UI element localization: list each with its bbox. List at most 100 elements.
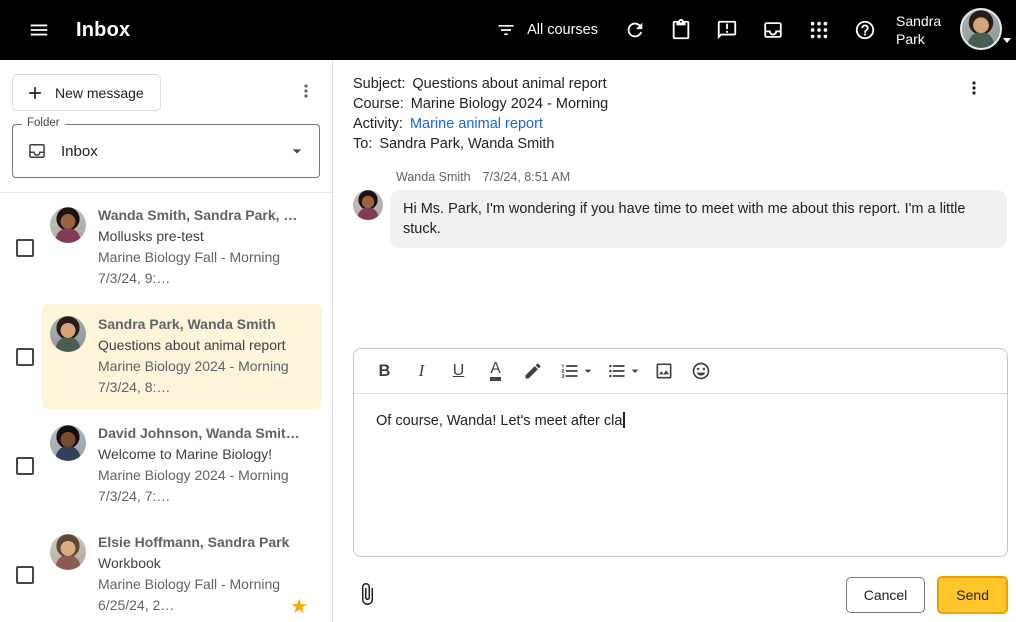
message-list-item[interactable]: Sandra Park, Wanda Smith Questions about… <box>0 302 332 411</box>
clipboard-button[interactable] <box>658 7 704 53</box>
all-courses-label: All courses <box>527 22 598 38</box>
message-menu-button[interactable] <box>960 74 988 105</box>
folder-select-label: Folder <box>22 117 65 129</box>
chevron-down-icon <box>287 141 307 161</box>
message-thread: Wanda Smith 7/3/24, 8:51 AM Hi Ms. Park, … <box>334 154 1016 248</box>
message-checkbox[interactable] <box>16 239 34 257</box>
bold-button[interactable]: B <box>366 354 403 388</box>
sender-name: Wanda Smith <box>396 170 471 184</box>
message-card[interactable]: Elsie Hoffmann, Sandra Park Workbook Mar… <box>42 522 322 622</box>
highlight-button[interactable] <box>514 354 551 388</box>
message-summary: Elsie Hoffmann, Sandra Park Workbook Mar… <box>98 532 314 616</box>
message-date: 6/25/24, 2… <box>98 595 174 616</box>
message-bubble: Hi Ms. Park, I'm wondering if you have t… <box>390 190 1007 248</box>
compose-box: B I U A <box>353 348 1008 557</box>
attach-file-button[interactable] <box>353 580 381 611</box>
avatar <box>50 316 86 352</box>
help-button[interactable] <box>842 7 888 53</box>
message-header: Subject: Questions about animal report Co… <box>334 60 1016 154</box>
message-participants: Wanda Smith, Sandra Park, … <box>98 205 314 226</box>
apps-grid-button[interactable] <box>796 7 842 53</box>
course-label: Course: <box>353 96 404 112</box>
hamburger-menu-icon[interactable] <box>16 7 62 53</box>
message-subject: Workbook <box>98 553 314 574</box>
avatar <box>50 534 86 570</box>
help-icon <box>854 19 876 41</box>
inbox-sidebar: New message Folder Inbox Wanda Smith, Sa… <box>0 60 333 622</box>
send-button[interactable]: Send <box>937 576 1008 614</box>
chevron-down-icon <box>627 362 643 380</box>
image-icon <box>654 361 674 381</box>
highlighter-icon <box>523 361 543 381</box>
underline-button[interactable]: U <box>440 354 477 388</box>
bulleted-list-icon <box>607 361 627 381</box>
numbered-list-dropdown[interactable] <box>580 354 596 388</box>
star-icon[interactable]: ★ <box>290 598 308 616</box>
page-title: Inbox <box>76 19 130 42</box>
message-list-item[interactable]: Wanda Smith, Sandra Park, … Mollusks pre… <box>0 193 332 302</box>
cancel-button[interactable]: Cancel <box>846 577 926 613</box>
message-subject: Welcome to Marine Biology! <box>98 444 314 465</box>
inbox-tray-button[interactable] <box>750 7 796 53</box>
course-value: Marine Biology 2024 - Morning <box>411 96 608 112</box>
user-name: Sandra Park <box>896 12 952 48</box>
message-course: Marine Biology 2024 - Morning <box>98 356 314 377</box>
account-avatar[interactable] <box>960 8 1002 53</box>
emoji-icon <box>691 361 711 381</box>
account-chevron-icon <box>1003 38 1011 47</box>
account-avatar-photo <box>960 8 1002 50</box>
message-course: Marine Biology 2024 - Morning <box>98 465 314 486</box>
thread-meta: Wanda Smith 7/3/24, 8:51 AM <box>396 170 1007 184</box>
message-summary: David Johnson, Wanda Smit… Welcome to Ma… <box>98 423 314 507</box>
to-value: Sandra Park, Wanda Smith <box>379 136 554 152</box>
subject-label: Subject: <box>353 76 405 92</box>
message-summary: Wanda Smith, Sandra Park, … Mollusks pre… <box>98 205 314 289</box>
message-course: Marine Biology Fall - Morning <box>98 247 314 268</box>
message-subject: Mollusks pre-test <box>98 226 314 247</box>
compose-toolbar: B I U A <box>354 349 1007 394</box>
top-bar: Inbox All courses Sandra Park <box>0 0 1016 60</box>
emoji-button[interactable] <box>682 354 719 388</box>
subject-line: Subject: Questions about animal report <box>353 74 608 94</box>
new-message-label: New message <box>55 85 144 101</box>
bulleted-list-dropdown[interactable] <box>627 354 643 388</box>
text-cursor <box>623 412 625 428</box>
activity-link[interactable]: Marine animal report <box>410 116 543 132</box>
folder-section: Folder Inbox <box>0 119 332 193</box>
compose-input[interactable]: Of course, Wanda! Let's meet after cla <box>354 394 1007 540</box>
message-card[interactable]: Wanda Smith, Sandra Park, … Mollusks pre… <box>42 195 322 300</box>
message-checkbox[interactable] <box>16 348 34 366</box>
message-date: 7/3/24, 9:… <box>98 268 170 289</box>
message-card-selected[interactable]: Sandra Park, Wanda Smith Questions about… <box>42 304 322 409</box>
message-checkbox[interactable] <box>16 457 34 475</box>
plus-icon <box>25 83 45 103</box>
avatar <box>50 207 86 243</box>
message-date: 7/3/24, 8:… <box>98 377 170 398</box>
italic-button[interactable]: I <box>403 354 440 388</box>
activity-line: Activity:Marine animal report <box>353 114 608 134</box>
message-card[interactable]: David Johnson, Wanda Smit… Welcome to Ma… <box>42 413 322 518</box>
filter-icon <box>496 20 516 40</box>
insert-image-button[interactable] <box>645 354 682 388</box>
subject-value: Questions about animal report <box>412 76 606 92</box>
message-course: Marine Biology Fall - Morning <box>98 574 314 595</box>
message-list: Wanda Smith, Sandra Park, … Mollusks pre… <box>0 193 332 622</box>
message-timestamp: 7/3/24, 8:51 AM <box>483 170 571 184</box>
message-participants: David Johnson, Wanda Smit… <box>98 423 314 444</box>
announcements-button[interactable] <box>704 7 750 53</box>
thread-body: Wanda Smith 7/3/24, 8:51 AM Hi Ms. Park, … <box>390 170 1007 248</box>
sidebar-menu-button[interactable] <box>292 77 320 108</box>
message-list-item[interactable]: Elsie Hoffmann, Sandra Park Workbook Mar… <box>0 520 332 622</box>
message-checkbox[interactable] <box>16 566 34 584</box>
message-detail-pane: Subject: Questions about animal report Co… <box>334 60 1016 622</box>
all-courses-filter[interactable]: All courses <box>492 14 602 46</box>
folder-select[interactable]: Folder Inbox <box>12 124 320 178</box>
message-participants: Elsie Hoffmann, Sandra Park <box>98 532 314 553</box>
message-list-item[interactable]: David Johnson, Wanda Smit… Welcome to Ma… <box>0 411 332 520</box>
text-color-button[interactable]: A <box>477 354 514 388</box>
new-message-button[interactable]: New message <box>12 74 161 111</box>
refresh-button[interactable] <box>612 7 658 53</box>
inbox-tray-icon <box>762 19 784 41</box>
clipboard-icon <box>670 19 692 41</box>
numbered-list-icon <box>560 361 580 381</box>
